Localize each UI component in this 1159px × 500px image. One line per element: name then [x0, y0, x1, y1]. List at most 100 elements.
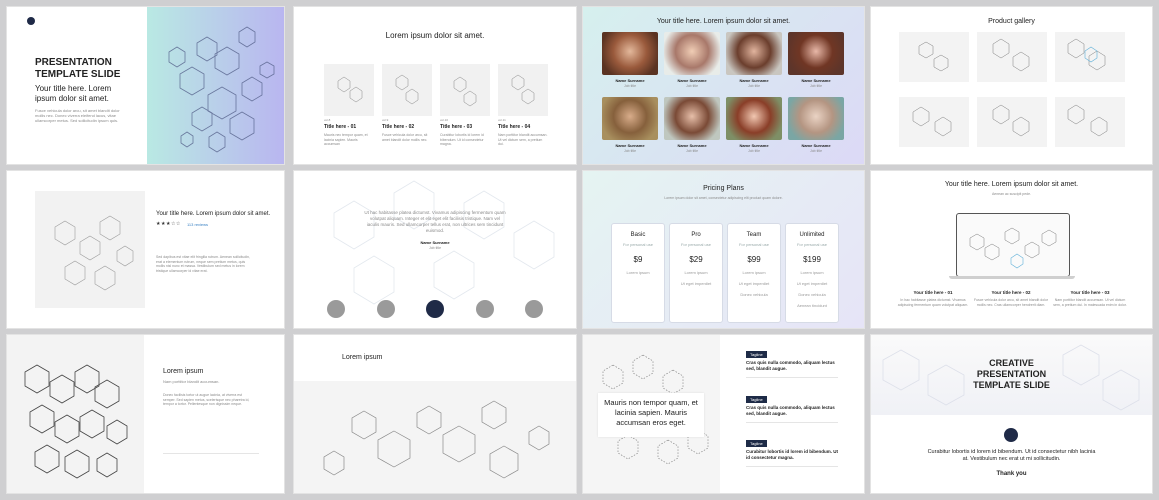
person-role: Job title: [623, 149, 637, 153]
plan-subtitle: For personal use: [622, 242, 653, 247]
avatar-1[interactable]: [327, 300, 345, 318]
plan-name: Unlimited: [799, 232, 825, 238]
person-role: Job title: [747, 149, 761, 153]
slide-7[interactable]: Pricing Plans Lorem ipsum dolor sit amet…: [583, 171, 864, 328]
profile-photo-8: [788, 97, 844, 140]
slide-title: Your title here. Lorem ipsum dolor sit a…: [944, 181, 1079, 188]
author-role: Job title: [428, 246, 442, 250]
plan-card-team[interactable]: Team For personal use $99 Lorem ipsum Ut…: [727, 223, 781, 323]
slide-1[interactable]: PRESENTATION TEMPLATE SLIDE Your title h…: [7, 7, 284, 164]
quote-text: Mauris non tempor quam, et lacinia sapie…: [604, 398, 698, 427]
plan-feature: Donec vehicula: [740, 292, 768, 297]
product-description: Sed dapibus est vitae elit fringilla rut…: [156, 255, 250, 273]
review-count[interactable]: 113 reviews: [187, 222, 208, 227]
card-title: Title here - 04: [498, 124, 531, 130]
card-title: Title here - 01: [324, 124, 357, 130]
plan-name: Basic: [630, 232, 646, 238]
plan-feature: Ut eget imperdiet: [796, 281, 828, 286]
hexagon-network-graphic: [168, 26, 275, 153]
subtitle: Your title here. Lorem ipsum dolor sit a…: [35, 84, 112, 103]
profile-photo-6: [664, 97, 720, 140]
slide-9[interactable]: Lorem ipsum Nam porttitor blandit accums…: [7, 335, 284, 493]
person-name: Name Surname: [801, 78, 831, 83]
person-role: Job title: [685, 149, 699, 153]
tagline-text: Cras quis nulla commodo, aliquam lectus …: [746, 360, 835, 371]
closing-text: Curabitur lobortis id lorem id bibendum.…: [927, 449, 1096, 462]
plan-feature: Aenean tincidunt: [797, 303, 827, 308]
card-title: Title here - 02: [382, 124, 415, 130]
person-name: Name Surname: [739, 143, 769, 148]
card-body: Mauris nec tempor quam, et lacinia sapie…: [324, 133, 368, 146]
hero-title-line-1: CREATIVE: [989, 358, 1034, 368]
tagline-text: Curabitur lobortis id lorem id bibendum.…: [746, 449, 838, 460]
person-role: Job title: [623, 84, 637, 88]
feature-body: Nam porttitor blandit accumsan. Ut vel d…: [1053, 298, 1127, 307]
slide-8[interactable]: Your title here. Lorem ipsum dolor sit a…: [871, 171, 1152, 328]
slide-6[interactable]: Ut hac habitasse platea dictumst. Vivamu…: [294, 171, 576, 328]
slide-11[interactable]: Mauris non tempor quam, et lacinia sapie…: [583, 335, 864, 493]
slide-subtitle: Nam porttitor blandit accumsan.: [163, 379, 220, 384]
slide-2[interactable]: Lorem ipsum dolor sit amet. vol.8 Title …: [294, 7, 576, 164]
tagline-badge: Tagline: [746, 440, 767, 447]
person-role: Job title: [809, 149, 823, 153]
hero-title-line-3: TEMPLATE SLIDE: [973, 380, 1050, 390]
feature-title: Your title here - 03: [1070, 290, 1110, 295]
avatar-4[interactable]: [476, 300, 494, 318]
author-name: Name Surname: [420, 240, 450, 245]
slide-body: Donec facilisis tortor ut augue lacinia,…: [163, 393, 250, 406]
divider: [163, 453, 259, 454]
plan-price: $29: [689, 255, 703, 264]
card-body: Nam porttitor blandit accumsan. Ut vel d…: [498, 133, 548, 146]
divider: [746, 377, 838, 378]
testimonial-quote: Ut hac habitasse platea dictumst. Vivamu…: [364, 210, 506, 233]
hexagon-stack-graphic: [24, 364, 128, 479]
gallery-hexagon-graphics: [912, 38, 1108, 137]
screen-hexagon-graphic: [969, 227, 1057, 269]
product-title: Your title here. Lorem ipsum dolor sit a…: [156, 211, 271, 217]
plan-feature: Ut eget imperdiet: [738, 281, 770, 286]
slide-12[interactable]: CREATIVE PRESENTATION TEMPLATE SLIDE Cur…: [871, 335, 1152, 493]
card-number: vol.8: [324, 118, 331, 122]
plan-card-pro[interactable]: Pro For personal use $29 Lorem ipsum Ut …: [669, 223, 723, 323]
slide-title: Pricing Plans: [703, 185, 744, 192]
logo-icon: [27, 17, 35, 25]
feature-title: Your title here - 01: [913, 290, 953, 295]
card-body: Curabitur lobortis id lorem id bibendum.…: [440, 133, 484, 146]
profile-photo-2: [664, 32, 720, 75]
card-number: vol.10: [440, 118, 449, 122]
card-body: Fusce vehicula dolor arcu, sit amet blan…: [382, 133, 428, 142]
plan-feature: Lorem ipsum: [684, 270, 708, 275]
plan-card-unlimited[interactable]: Unlimited For personal use $199 Lorem ip…: [785, 223, 839, 323]
divider: [746, 422, 838, 423]
hero-title-line-2: PRESENTATION: [976, 369, 1047, 379]
avatar-2[interactable]: [377, 300, 395, 318]
slide-4[interactable]: Product gallery: [871, 7, 1152, 164]
plan-price: $199: [803, 255, 821, 264]
profile-photo-7: [726, 97, 782, 140]
slide-5[interactable]: Your title here. Lorem ipsum dolor sit a…: [7, 171, 284, 328]
slide-title: Lorem ipsum: [163, 368, 204, 375]
plan-price: $9: [633, 255, 643, 264]
slide-10[interactable]: Lorem ipsum: [294, 335, 576, 493]
card-number: vol.11: [498, 118, 506, 122]
body-text: Fusce vehicula dolor arcu, sit amet blan…: [35, 108, 120, 123]
plan-price: $99: [747, 255, 761, 264]
plan-name: Team: [746, 232, 762, 238]
thank-you-text: Thank you: [996, 471, 1027, 477]
profile-photo-1: [602, 32, 658, 75]
plan-subtitle: For personal use: [796, 242, 827, 247]
tagline-text: Cras quis nulla commodo, aliquam lectus …: [746, 405, 835, 416]
avatar-5[interactable]: [525, 300, 543, 318]
slide-3[interactable]: Your title here. Lorem ipsum dolor sit a…: [583, 7, 864, 164]
slide-subtitle: Lorem ipsum dolor sit amet, consectetur …: [664, 196, 783, 200]
logo-icon: [1004, 428, 1018, 442]
avatar-3-active[interactable]: [426, 300, 444, 318]
plan-feature: Lorem ipsum: [626, 270, 650, 275]
star-rating[interactable]: ★★★☆☆: [156, 221, 181, 227]
tagline-badge: Tagline: [746, 396, 767, 403]
feature-body: Fusce vehicula dolor arcu, sit amet blan…: [973, 298, 1049, 307]
person-name: Name Surname: [615, 143, 645, 148]
profile-photo-4: [788, 32, 844, 75]
person-name: Name Surname: [615, 78, 645, 83]
plan-card-basic[interactable]: Basic For personal use $9 Lorem ipsum: [611, 223, 665, 323]
